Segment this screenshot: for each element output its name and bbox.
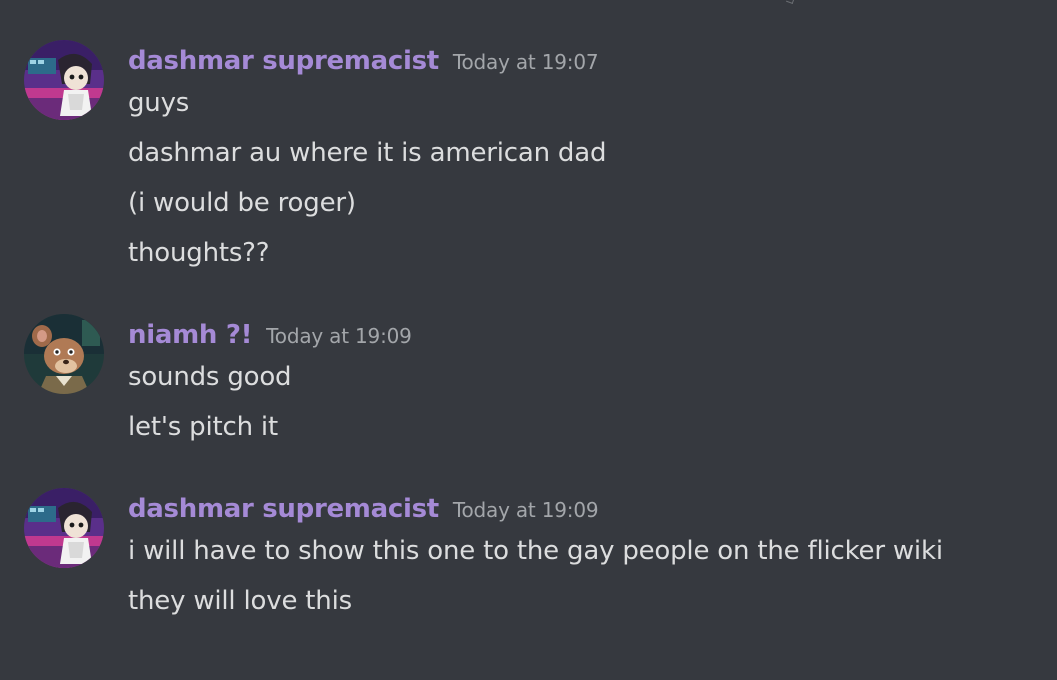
timestamp[interactable]: Today at 19:09 [453,498,599,522]
cartoon-rat-avatar-icon [24,314,104,394]
message-text: thoughts?? [128,238,270,268]
username[interactable]: dashmar supremacist [128,46,439,76]
message-header: dashmar supremacist Today at 19:07 [128,46,599,76]
message-header: niamh ?! Today at 19:09 [128,320,412,350]
scroll-hint-mark [786,0,795,4]
chat-message-list[interactable]: dashmar supremacist Today at 19:07 guys d… [0,0,1057,680]
message-group: niamh ?! Today at 19:09 sounds good let's… [0,314,1057,454]
timestamp[interactable]: Today at 19:07 [453,50,599,74]
purple-room-character-avatar-icon [24,488,104,568]
message-header: dashmar supremacist Today at 19:09 [128,494,599,524]
message-group: dashmar supremacist Today at 19:09 i will… [0,488,1057,628]
username[interactable]: dashmar supremacist [128,494,439,524]
message-group: dashmar supremacist Today at 19:07 guys d… [0,40,1057,280]
username[interactable]: niamh ?! [128,320,252,350]
message-text: i will have to show this one to the gay … [128,536,943,566]
user-avatar[interactable] [24,314,104,394]
message-text: dashmar au where it is american dad [128,138,607,168]
timestamp[interactable]: Today at 19:09 [266,324,412,348]
message-text: let's pitch it [128,412,278,442]
message-text: guys [128,88,190,118]
user-avatar[interactable] [24,40,104,120]
message-text: (i would be roger) [128,188,356,218]
user-avatar[interactable] [24,488,104,568]
message-text: they will love this [128,586,352,616]
purple-room-character-avatar-icon [24,40,104,120]
message-text: sounds good [128,362,292,392]
